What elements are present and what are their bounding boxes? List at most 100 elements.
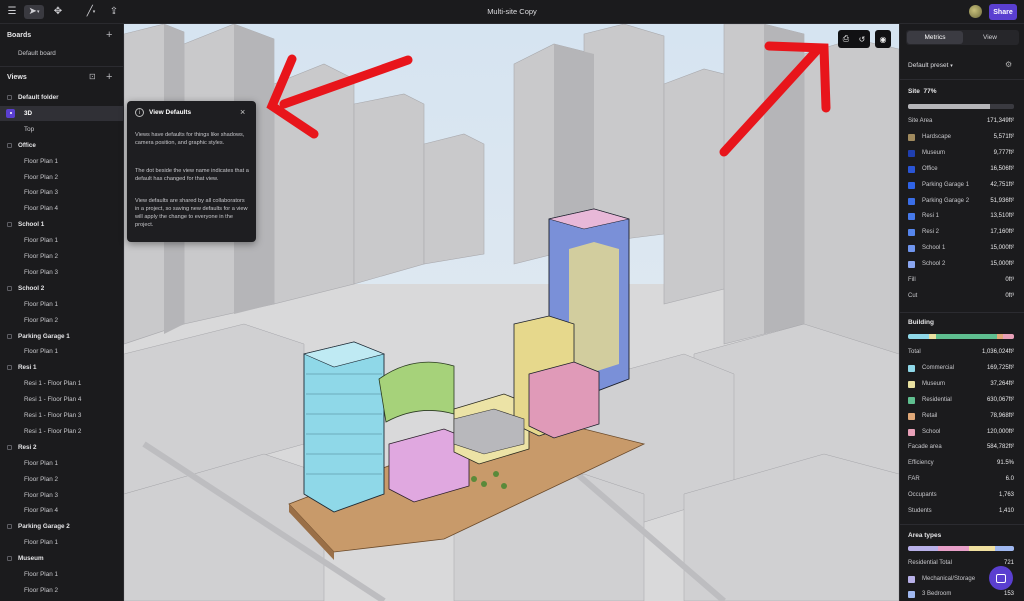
view-folder[interactable]: Parking Garage 2 <box>0 519 123 534</box>
metric-value: 1,410 <box>998 508 1014 514</box>
metric-row: Residential 630,067ft² <box>908 395 1014 407</box>
metric-label: Students <box>908 508 932 514</box>
visibility-icon[interactable]: ◉ <box>875 30 891 48</box>
view-folder[interactable]: Parking Garage 1 <box>0 329 123 344</box>
view-item[interactable]: Resi 1 - Floor Plan 4 <box>0 392 123 407</box>
view-defaults-tooltip: i View Defaults × Views have defaults fo… <box>127 101 256 242</box>
view-item[interactable]: Floor Plan 1 <box>0 233 123 248</box>
avatar[interactable] <box>969 5 982 18</box>
metric-label: FAR <box>908 476 920 483</box>
view-item[interactable]: Floor Plan 4 <box>0 503 123 518</box>
view-item[interactable]: Floor Plan 1 <box>0 535 123 550</box>
metric-value: 78,968ft² <box>990 412 1014 419</box>
color-swatch <box>908 396 915 404</box>
view-item[interactable]: Floor Plan 1 <box>0 154 123 169</box>
view-item[interactable]: Floor Plan 2 <box>0 249 123 264</box>
metric-label: Residential <box>922 396 952 403</box>
view-item[interactable]: Floor Plan 3 <box>0 265 123 280</box>
site-progress-bar <box>908 104 1014 109</box>
tab-metrics[interactable]: Metrics <box>907 31 963 44</box>
settings-icon[interactable]: ⚙ <box>1005 60 1012 69</box>
metric-value: 51,936ft² <box>990 197 1014 204</box>
color-swatch <box>908 149 915 157</box>
metric-row: Occupants 1,763 <box>908 490 1014 502</box>
folder-icon <box>7 142 12 148</box>
metric-row: Efficiency 91.5% <box>908 458 1014 470</box>
metric-label: School 2 <box>922 261 946 268</box>
building-mix-bar <box>908 334 1014 339</box>
color-swatch <box>908 364 915 372</box>
metric-row: Fill 0ft³ <box>908 275 1014 287</box>
view-item[interactable]: Resi 1 - Floor Plan 3 <box>0 408 123 423</box>
close-icon[interactable]: × <box>240 107 245 117</box>
metric-value: 584,782ft² <box>986 444 1014 451</box>
metric-row: Hardscape 5,571ft² <box>908 132 1014 144</box>
metric-row: Retail 78,968ft² <box>908 411 1014 423</box>
view-folder[interactable]: Resi 2 <box>0 440 123 455</box>
metric-label: Site Area <box>908 118 933 124</box>
save-view-icon[interactable]: ⎙ <box>838 30 854 48</box>
metric-row: FAR 6.0 <box>908 474 1014 486</box>
metric-label: Fill <box>908 277 916 283</box>
view-item[interactable]: Floor Plan 2 <box>0 313 123 328</box>
add-view-icon[interactable]: + <box>106 72 112 83</box>
view-item[interactable]: Floor Plan 2 <box>0 170 123 185</box>
metric-label: Mechanical/Storage <box>922 575 976 582</box>
metric-value: 37,264ft² <box>990 380 1014 387</box>
right-panel: Metrics View Default preset ▾ ⚙ Site 77%… <box>899 24 1024 601</box>
view-folder[interactable]: School 1 <box>0 217 123 232</box>
metric-value: 0ft³ <box>1005 277 1014 283</box>
view-folder[interactable]: Resi 1 <box>0 360 123 375</box>
view-item[interactable]: 3D <box>0 105 123 121</box>
folder-icon <box>7 444 12 450</box>
site-heading: Site 77% <box>908 88 937 95</box>
share-button[interactable]: Share <box>989 4 1017 20</box>
metric-value: 5,571ft² <box>993 133 1014 140</box>
color-swatch <box>908 428 915 436</box>
preset-select[interactable]: Default preset ▾ <box>908 62 953 69</box>
board-item[interactable]: Default board <box>0 46 123 61</box>
chat-icon <box>996 573 1006 583</box>
color-swatch <box>908 229 915 237</box>
tooltip-paragraph-3: View defaults are shared by all collabor… <box>135 198 248 228</box>
metric-label: Residential Total <box>908 560 952 566</box>
tooltip-title: View Defaults <box>149 109 192 116</box>
view-item[interactable]: Floor Plan 4 <box>0 201 123 216</box>
view-item[interactable]: Top <box>0 122 123 137</box>
metric-value: 1,036,024ft² <box>981 349 1014 355</box>
view-item[interactable]: Floor Plan 3 <box>0 488 123 503</box>
metric-row: Site Area 171,349ft² <box>908 116 1014 128</box>
view-item[interactable]: Resi 1 - Floor Plan 2 <box>0 424 123 439</box>
metric-label: Parking Garage 1 <box>922 181 970 188</box>
tab-view[interactable]: View <box>962 31 1018 44</box>
metric-label: Occupants <box>908 492 937 499</box>
view-item[interactable]: Floor Plan 1 <box>0 456 123 471</box>
view-item[interactable]: Floor Plan 2 <box>0 583 123 598</box>
color-swatch <box>908 213 915 221</box>
reset-view-icon[interactable]: ↺ <box>854 30 870 48</box>
metric-row: Office 16,506ft² <box>908 164 1014 176</box>
view-folder[interactable]: Museum <box>0 551 123 566</box>
folder-icon[interactable]: ⊡ <box>89 73 96 81</box>
color-swatch <box>908 133 915 141</box>
boards-heading: Boards <box>7 32 32 39</box>
document-title: Multi-site Copy <box>487 7 537 16</box>
metric-row: Resi 1 13,510ft² <box>908 211 1014 223</box>
area-types-bar <box>908 546 1014 551</box>
metric-row: School 2 15,000ft² <box>908 259 1014 271</box>
metric-row: 3 Bedroom 153 <box>908 589 1014 601</box>
chat-button[interactable] <box>989 566 1013 590</box>
add-board-icon[interactable]: + <box>106 30 112 41</box>
metric-value: 153 <box>1003 591 1014 597</box>
view-folder[interactable]: Default folder <box>0 90 123 105</box>
view-item[interactable]: Floor Plan 2 <box>0 472 123 487</box>
metric-row: Museum 9,777ft² <box>908 148 1014 160</box>
color-swatch <box>908 380 915 388</box>
view-item[interactable]: Floor Plan 3 <box>0 185 123 200</box>
view-item[interactable]: Floor Plan 1 <box>0 344 123 359</box>
view-folder[interactable]: Office <box>0 138 123 153</box>
view-item[interactable]: Resi 1 - Floor Plan 1 <box>0 376 123 391</box>
view-folder[interactable]: School 2 <box>0 281 123 296</box>
view-item[interactable]: Floor Plan 1 <box>0 297 123 312</box>
view-item[interactable]: Floor Plan 1 <box>0 567 123 582</box>
